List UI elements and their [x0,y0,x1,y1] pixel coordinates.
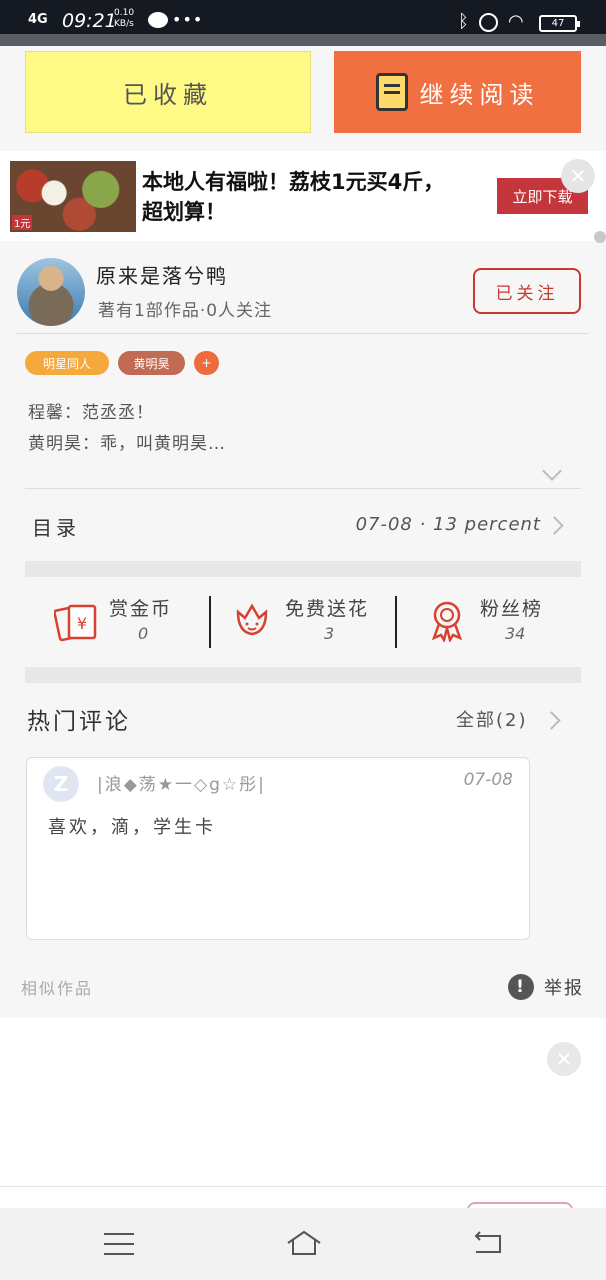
comment-text: 喜欢，滴，学生卡 [48,817,216,838]
tag-item[interactable]: 明星同人 [25,351,109,375]
section-separator [25,667,581,683]
stat-value: 3 [324,624,335,643]
alert-icon: ! [508,974,534,1000]
network-speed: 0.10 KB/s [114,8,134,30]
catalog-row[interactable]: 目录 07-08 · 13 percent [25,490,581,560]
stat-label: 免费送花 [285,598,370,620]
commenter-name[interactable]: |浪◆荡★一◇g☆彤| [97,770,266,795]
all-comments-link[interactable]: 全部(2) [456,706,528,732]
ad-marker-icon [594,231,606,243]
report-button[interactable]: ! 举报 [508,974,584,1000]
catalog-status: 07-08 · 13 percent [355,514,541,535]
alarm-icon [479,13,498,32]
tag-label: 黄明昊 [133,356,170,371]
reward-coins-button[interactable]: ¥ 赏金币 0 [54,590,194,652]
ad-lychee-image: 1元 [10,161,136,232]
favorited-button[interactable]: 已收藏 [25,51,311,133]
intro-line: 黄明昊：乖，叫黄明昊… [28,434,226,454]
ad-close-icon[interactable]: ✕ [561,159,595,193]
battery-icon: 47 [539,15,580,32]
ad-image-tag: 1元 [12,215,33,230]
add-tag-button[interactable]: + [194,351,219,375]
status-time: 09:21 [62,10,117,32]
bottom-panel [0,1018,606,1208]
divider [395,596,397,648]
chevron-right-icon [545,516,564,535]
tag-label: 明星同人 [42,356,91,371]
svg-text:¥: ¥ [77,614,87,633]
more-notifications-icon: ••• [172,10,204,29]
speed-value: 0.10 [114,8,135,18]
similar-works-label: 相似作品 [21,979,94,998]
stat-value: 0 [138,624,149,643]
system-nav-bar [0,1208,606,1280]
catalog-label: 目录 [32,516,80,540]
flower-icon [236,603,268,636]
divider [209,596,211,648]
comment-card[interactable]: Z |浪◆荡★一◇g☆彤| 07-08 喜欢，滴，学生卡 [26,757,530,940]
hot-comments-title: 热门评论 [27,709,131,735]
stat-label: 赏金币 [109,598,173,620]
author-meta: 著有1部作品·0人关注 [98,301,273,321]
stat-label: 粉丝榜 [480,598,544,620]
author-avatar[interactable] [17,258,85,326]
chat-notification-icon [148,12,168,28]
continue-reading-label: 继续阅读 [419,80,540,109]
favorited-label: 已收藏 [123,80,213,109]
network-indicator: 4G [28,12,48,27]
continue-reading-button[interactable]: 继续阅读 [334,51,581,133]
back-icon[interactable] [472,1230,504,1256]
medal-icon [431,601,463,642]
comment-date: 07-08 [463,770,513,790]
menu-icon[interactable] [104,1233,134,1255]
close-icon[interactable]: ✕ [547,1042,581,1076]
tag-item[interactable]: 黄明昊 [118,351,185,375]
stat-value: 34 [505,624,526,643]
home-icon[interactable] [285,1228,323,1258]
book-icon [375,73,408,111]
tag-label: + [201,356,212,370]
report-label: 举报 [544,978,584,999]
divider [17,333,589,334]
follow-button[interactable]: 已关注 [473,268,581,314]
author-name[interactable]: 原来是落兮鸭 [96,260,228,289]
divider [0,1186,606,1187]
expand-chevron-icon[interactable] [542,461,562,481]
intro-line: 程馨：范丞丞！ [28,403,154,423]
fan-ranking-button[interactable]: 粉丝榜 34 [425,590,565,652]
red-envelope-icon: ¥ [54,604,97,642]
commenter-avatar[interactable]: Z [43,766,79,802]
book-intro: 程馨：范丞丞！ 黄明昊：乖，叫黄明昊… [28,398,226,460]
ad-text: 本地人有福啦！荔枝1元买4斤，超划算！ [142,170,445,224]
free-flower-button[interactable]: 免费送花 3 [230,590,380,652]
section-separator [25,561,581,577]
speed-unit: KB/s [114,19,134,29]
header-strip [0,34,606,46]
ad-banner[interactable]: 1元 本地人有福啦！荔枝1元买4斤，超划算！ 立即下载 ✕ [0,151,606,243]
bluetooth-icon: ᛒ [458,11,469,32]
chevron-right-icon[interactable] [542,711,561,730]
wifi-icon: ◠ [508,11,524,32]
divider [25,488,581,489]
